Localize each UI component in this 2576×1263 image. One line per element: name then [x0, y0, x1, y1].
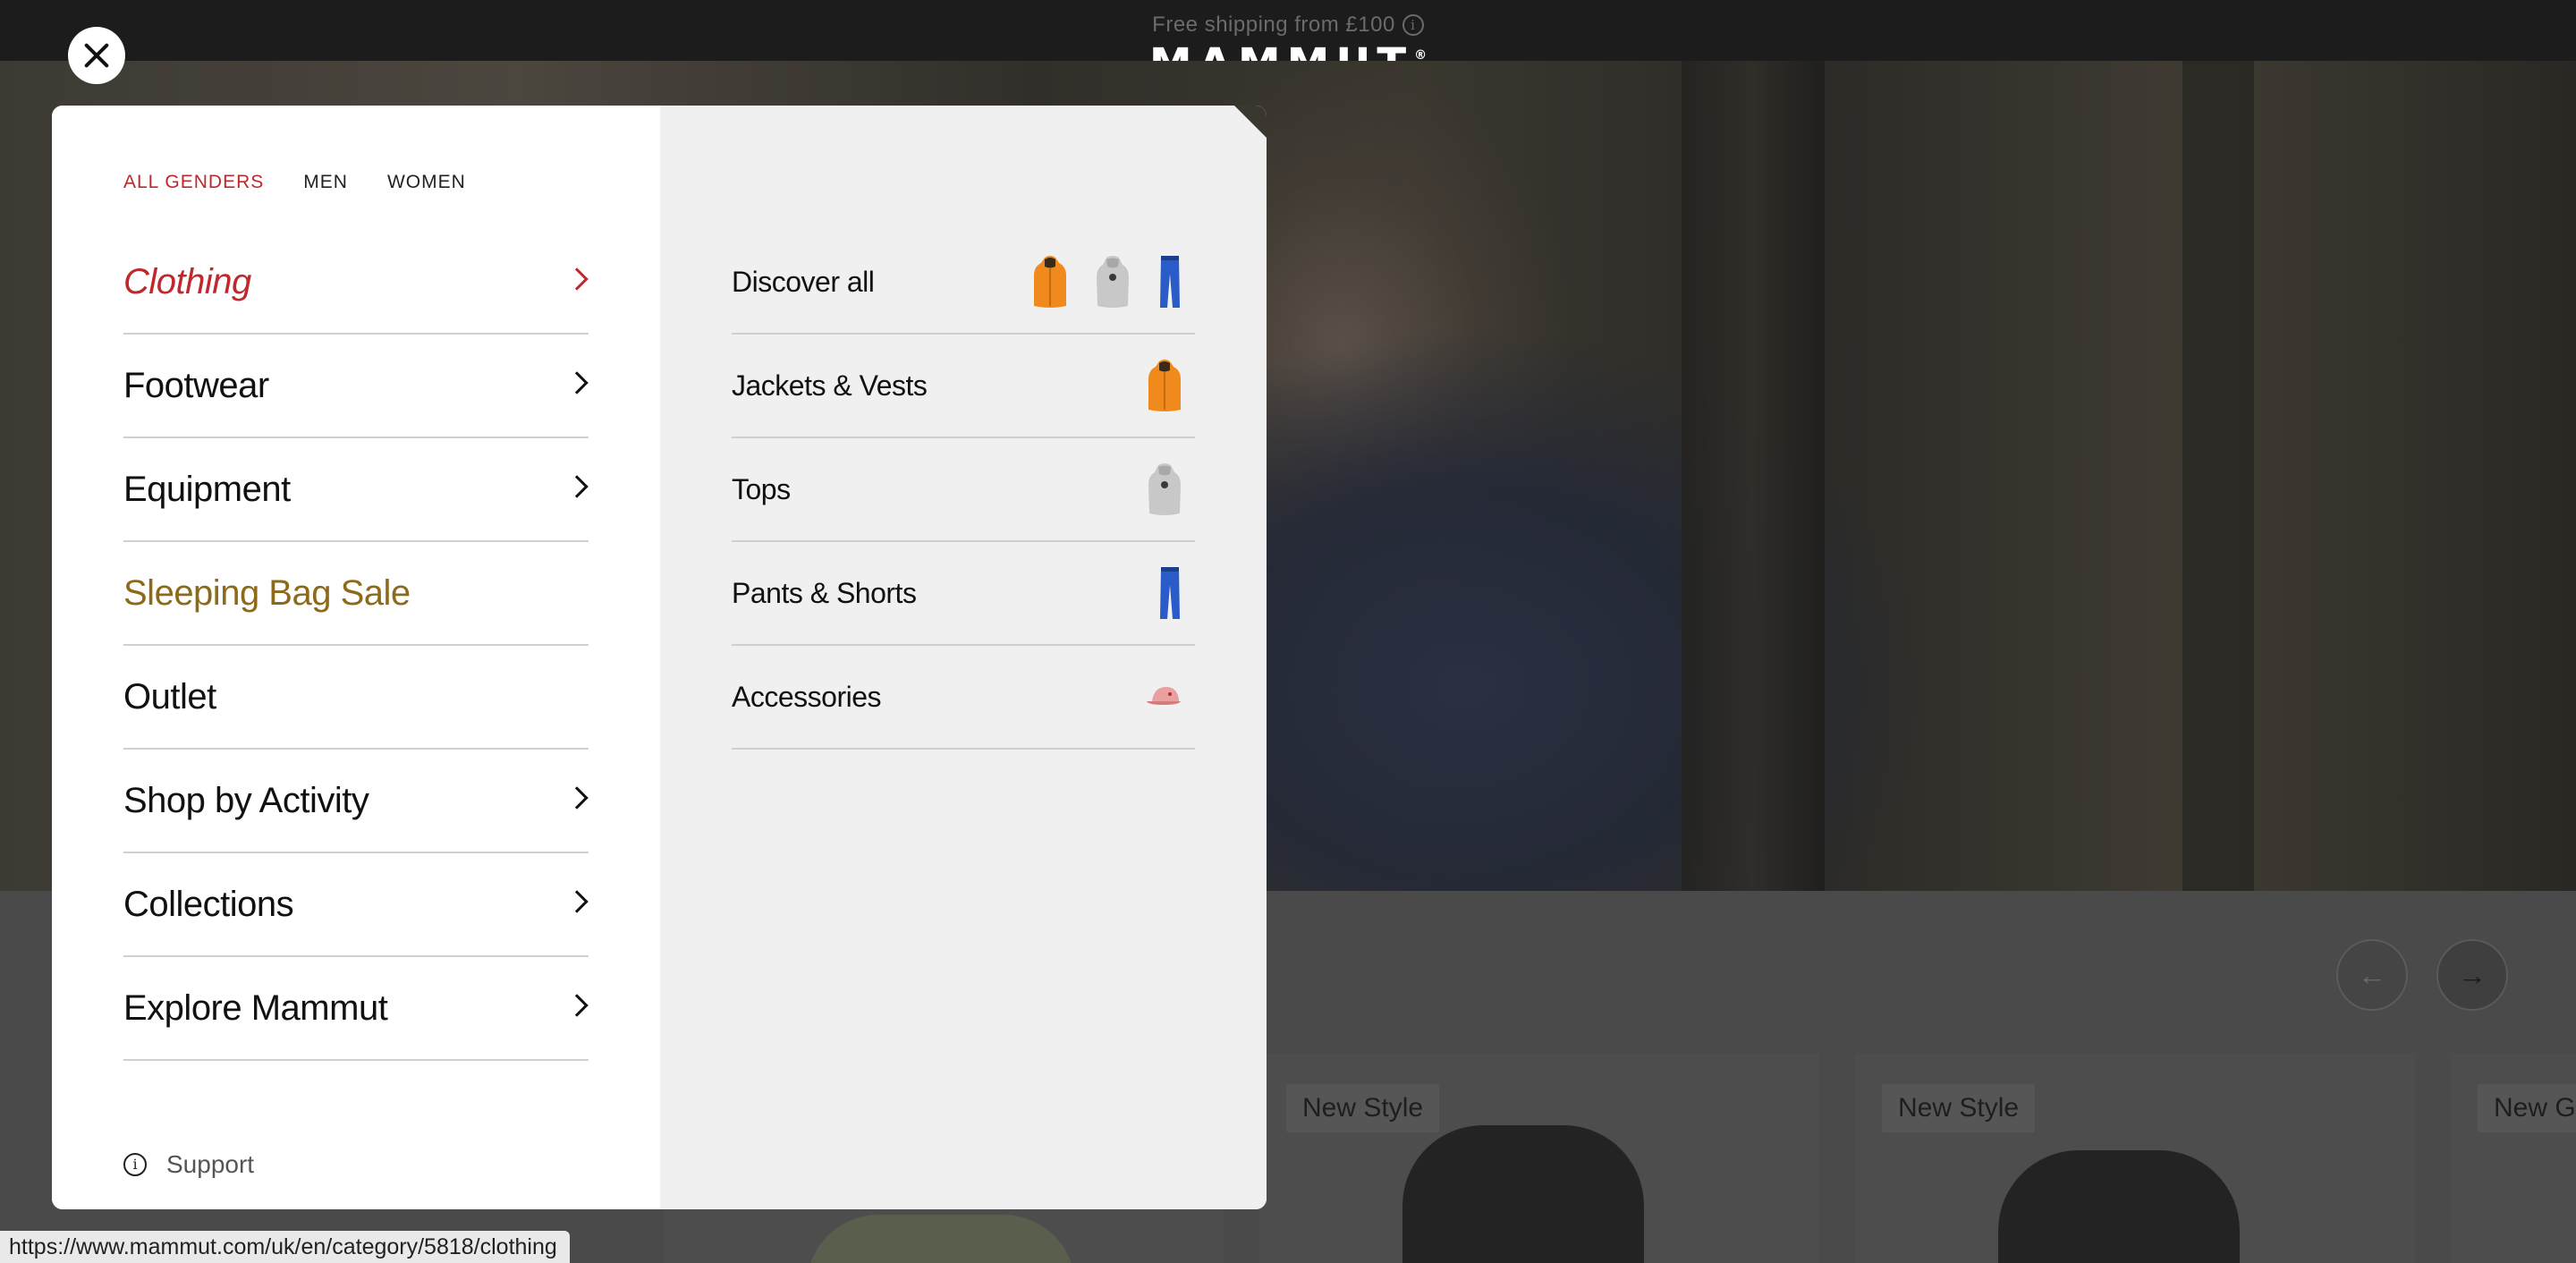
info-icon[interactable]: i	[1402, 14, 1424, 36]
carousel-prev-button[interactable]: ←	[2336, 939, 2408, 1011]
arrow-left-icon: ←	[2358, 959, 2386, 991]
info-icon: i	[123, 1153, 147, 1176]
category-sleeping-bag-sale[interactable]: Sleeping Bag Sale	[123, 542, 589, 646]
orange-jacket-icon	[1034, 256, 1066, 308]
subcategory-thumbnails	[1145, 685, 1182, 707]
category-equipment[interactable]: Equipment	[123, 438, 589, 542]
category-clothing[interactable]: Clothing	[123, 231, 589, 335]
chevron-right-icon	[565, 786, 589, 810]
category-label: Clothing	[123, 261, 251, 301]
category-outlet[interactable]: Outlet	[123, 646, 589, 750]
chevron-right-icon	[565, 475, 589, 498]
subcategory-label: Accessories	[732, 680, 882, 713]
hero-tree-trunk	[1682, 61, 1825, 891]
category-list: Clothing Footwear Equipment Sleeping Bag…	[123, 231, 589, 1061]
subcategory-pants-shorts[interactable]: Pants & Shorts	[732, 542, 1195, 646]
chevron-right-icon	[565, 371, 589, 394]
navigation-menu-panel: ALL GENDERS MEN WOMEN Clothing Footwear …	[52, 106, 1267, 1209]
category-label: Footwear	[123, 365, 269, 405]
product-image	[1998, 1150, 2240, 1263]
product-image	[1402, 1125, 1644, 1263]
chevron-right-icon	[565, 267, 589, 291]
chevron-right-icon	[565, 890, 589, 913]
new-style-badge: New Style	[1882, 1084, 2036, 1132]
grey-hoodie-icon	[1148, 463, 1181, 515]
menu-subcategory-column: Discover all Jackets & Vests Tops Pants …	[660, 106, 1267, 1209]
subcategory-accessories[interactable]: Accessories	[732, 646, 1195, 750]
subcategory-label: Discover all	[732, 265, 875, 298]
subcategory-tops[interactable]: Tops	[732, 438, 1195, 542]
carousel-next-button[interactable]: →	[2436, 939, 2508, 1011]
new-badge: New G	[2478, 1084, 2576, 1132]
panel-corner	[1234, 106, 1267, 138]
orange-jacket-icon	[1148, 360, 1181, 411]
support-label: Support	[166, 1150, 255, 1178]
subcategory-thumbnails	[1157, 565, 1182, 621]
subcategory-discover-all[interactable]: Discover all	[732, 231, 1195, 335]
tab-women[interactable]: WOMEN	[387, 172, 466, 193]
hero-tree-trunk	[2182, 61, 2254, 891]
product-image	[807, 1215, 1075, 1263]
subcategory-thumbnails	[1147, 462, 1182, 517]
subcategory-jackets-vests[interactable]: Jackets & Vests	[732, 335, 1195, 438]
blue-pants-icon	[1160, 256, 1180, 308]
menu-primary-column: ALL GENDERS MEN WOMEN Clothing Footwear …	[52, 106, 660, 1209]
top-announcement-bar: Free shipping from £100i MAMMUT®	[0, 0, 2576, 86]
tab-men[interactable]: MEN	[303, 172, 348, 193]
category-footwear[interactable]: Footwear	[123, 335, 589, 438]
category-explore-mammut[interactable]: Explore Mammut	[123, 957, 589, 1061]
subcategory-label: Tops	[732, 472, 791, 505]
subcategory-thumbnails	[1032, 254, 1182, 309]
browser-status-url: https://www.mammut.com/uk/en/category/58…	[0, 1231, 570, 1263]
category-label: Sleeping Bag Sale	[123, 572, 411, 613]
arrow-right-icon: →	[2458, 959, 2487, 991]
category-collections[interactable]: Collections	[123, 853, 589, 957]
category-label: Collections	[123, 884, 294, 924]
category-label: Explore Mammut	[123, 988, 388, 1028]
chevron-right-icon	[565, 994, 589, 1017]
tab-all-genders[interactable]: ALL GENDERS	[123, 172, 264, 193]
grey-hoodie-icon	[1097, 256, 1129, 308]
product-card[interactable]: New Style	[1259, 1054, 1819, 1263]
pink-cap-icon	[1147, 687, 1181, 705]
close-menu-button[interactable]	[68, 27, 125, 84]
category-shop-by-activity[interactable]: Shop by Activity	[123, 750, 589, 853]
subcategory-label: Jackets & Vests	[732, 369, 928, 402]
blue-pants-icon	[1160, 567, 1180, 619]
subcategory-list: Discover all Jackets & Vests Tops Pants …	[732, 231, 1195, 750]
shipping-text: Free shipping from £100	[1152, 13, 1395, 37]
subcategory-label: Pants & Shorts	[732, 576, 917, 609]
category-label: Shop by Activity	[123, 780, 369, 820]
support-link[interactable]: i Support	[123, 1150, 254, 1179]
gender-filter-tabs: ALL GENDERS MEN WOMEN	[123, 172, 466, 193]
product-card[interactable]: New Style	[1855, 1054, 2415, 1263]
category-label: Equipment	[123, 469, 291, 509]
subcategory-thumbnails	[1147, 358, 1182, 413]
category-label: Outlet	[123, 676, 216, 716]
product-card[interactable]: New G	[2451, 1054, 2576, 1263]
new-style-badge: New Style	[1286, 1084, 1440, 1132]
